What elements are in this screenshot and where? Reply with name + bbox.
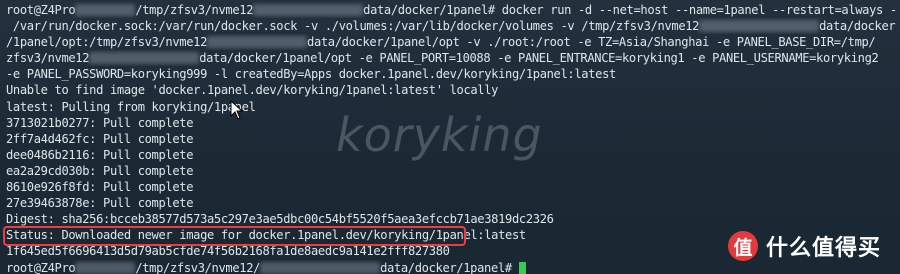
watermark-text: koryking: [336, 108, 543, 162]
container-id-highlight-box: [3, 226, 466, 246]
terminal-text: 2ff7a4d462fc: Pull complete: [6, 131, 194, 146]
terminal-text: root@Z4Pro: [6, 3, 76, 17]
redacted-path: [75, 4, 136, 16]
terminal-text: data/docker/1panel/opt -e PANEL_PORT=100…: [199, 51, 879, 66]
terminal-text: Unable to find image 'docker.1panel.dev/…: [6, 83, 499, 98]
redacted-path: [699, 20, 820, 33]
logo-badge-icon: 值: [728, 231, 758, 261]
logo-text: 什么值得买: [766, 236, 882, 261]
terminal-line: -e PANEL_PASSWORD=koryking999 -l created…: [6, 66, 896, 82]
terminal-text: -e PANEL_PASSWORD=koryking999 -l created…: [6, 67, 616, 82]
terminal-line: zfsv3/nvme12 data/docker/1panel/opt -e PA…: [6, 50, 896, 66]
redacted-path: [207, 36, 308, 49]
terminal-line: root@Z4Pro/tmp/zfsv3/nvme12 data/docker/1…: [6, 2, 896, 18]
terminal-text: ea2a29cd030b: Pull complete: [6, 163, 194, 178]
terminal-text: Digest: sha256:bcceb38577d573a5c297e3ae5…: [6, 212, 554, 227]
redacted-path: [260, 261, 381, 274]
redacted-path: [253, 4, 364, 16]
terminal-cursor[interactable]: [518, 261, 526, 274]
terminal-text: data/docker/1panel/opt -v ./root:/root -…: [307, 35, 876, 50]
terminal-line: /1panel/opt:/tmp/zfsv3/nvme12 data/docker…: [6, 34, 896, 50]
terminal-window[interactable]: root@Z4Pro/tmp/zfsv3/nvme12 data/docker/1…: [0, 0, 900, 274]
redacted-path: [89, 52, 200, 65]
terminal-text: 27e39463878e: Pull complete: [6, 196, 194, 211]
terminal-line: 27e39463878e: Pull complete: [6, 195, 896, 211]
redacted-path: [75, 261, 136, 274]
terminal-text: zfsv3/nvme12: [6, 51, 90, 66]
terminal-line: Unable to find image 'docker.1panel.dev/…: [6, 82, 896, 98]
terminal-text: data/docker/1panel#: [380, 260, 519, 274]
terminal-text: 8610e926f8fd: Pull complete: [6, 180, 194, 195]
terminal-text: /var/run/docker.sock:/var/run/docker.soc…: [6, 19, 700, 34]
terminal-text: /tmp/zfsv3/nvme12/: [135, 260, 261, 274]
mouse-pointer-icon: [230, 100, 244, 120]
terminal-line: ea2a29cd030b: Pull complete: [6, 163, 896, 179]
terminal-text: dee0486b2116: Pull complete: [6, 147, 194, 162]
terminal-text: root@Z4Pro: [6, 260, 76, 274]
site-logo: 值 什么值得买: [728, 228, 881, 264]
terminal-text: /1panel/opt:/tmp/zfsv3/nvme12: [6, 35, 208, 50]
terminal-text: latest: Pulling from koryking/1panel: [6, 99, 256, 114]
terminal-line: 8610e926f8fd: Pull complete: [6, 179, 896, 195]
terminal-text: data/docker/1panel# docker run -d --net=…: [363, 3, 896, 17]
terminal-line: Digest: sha256:bcceb38577d573a5c297e3ae5…: [6, 211, 896, 227]
terminal-text: /tmp/zfsv3/nvme12: [135, 3, 254, 17]
terminal-text: 3713021b0277: Pull complete: [6, 115, 194, 130]
terminal-line: /var/run/docker.sock:/var/run/docker.soc…: [6, 18, 896, 34]
terminal-text: 1f645ed5f6696413d5d79ab5cfde74f56b2168fa…: [6, 244, 450, 259]
terminal-text: data/docker: [819, 19, 896, 34]
